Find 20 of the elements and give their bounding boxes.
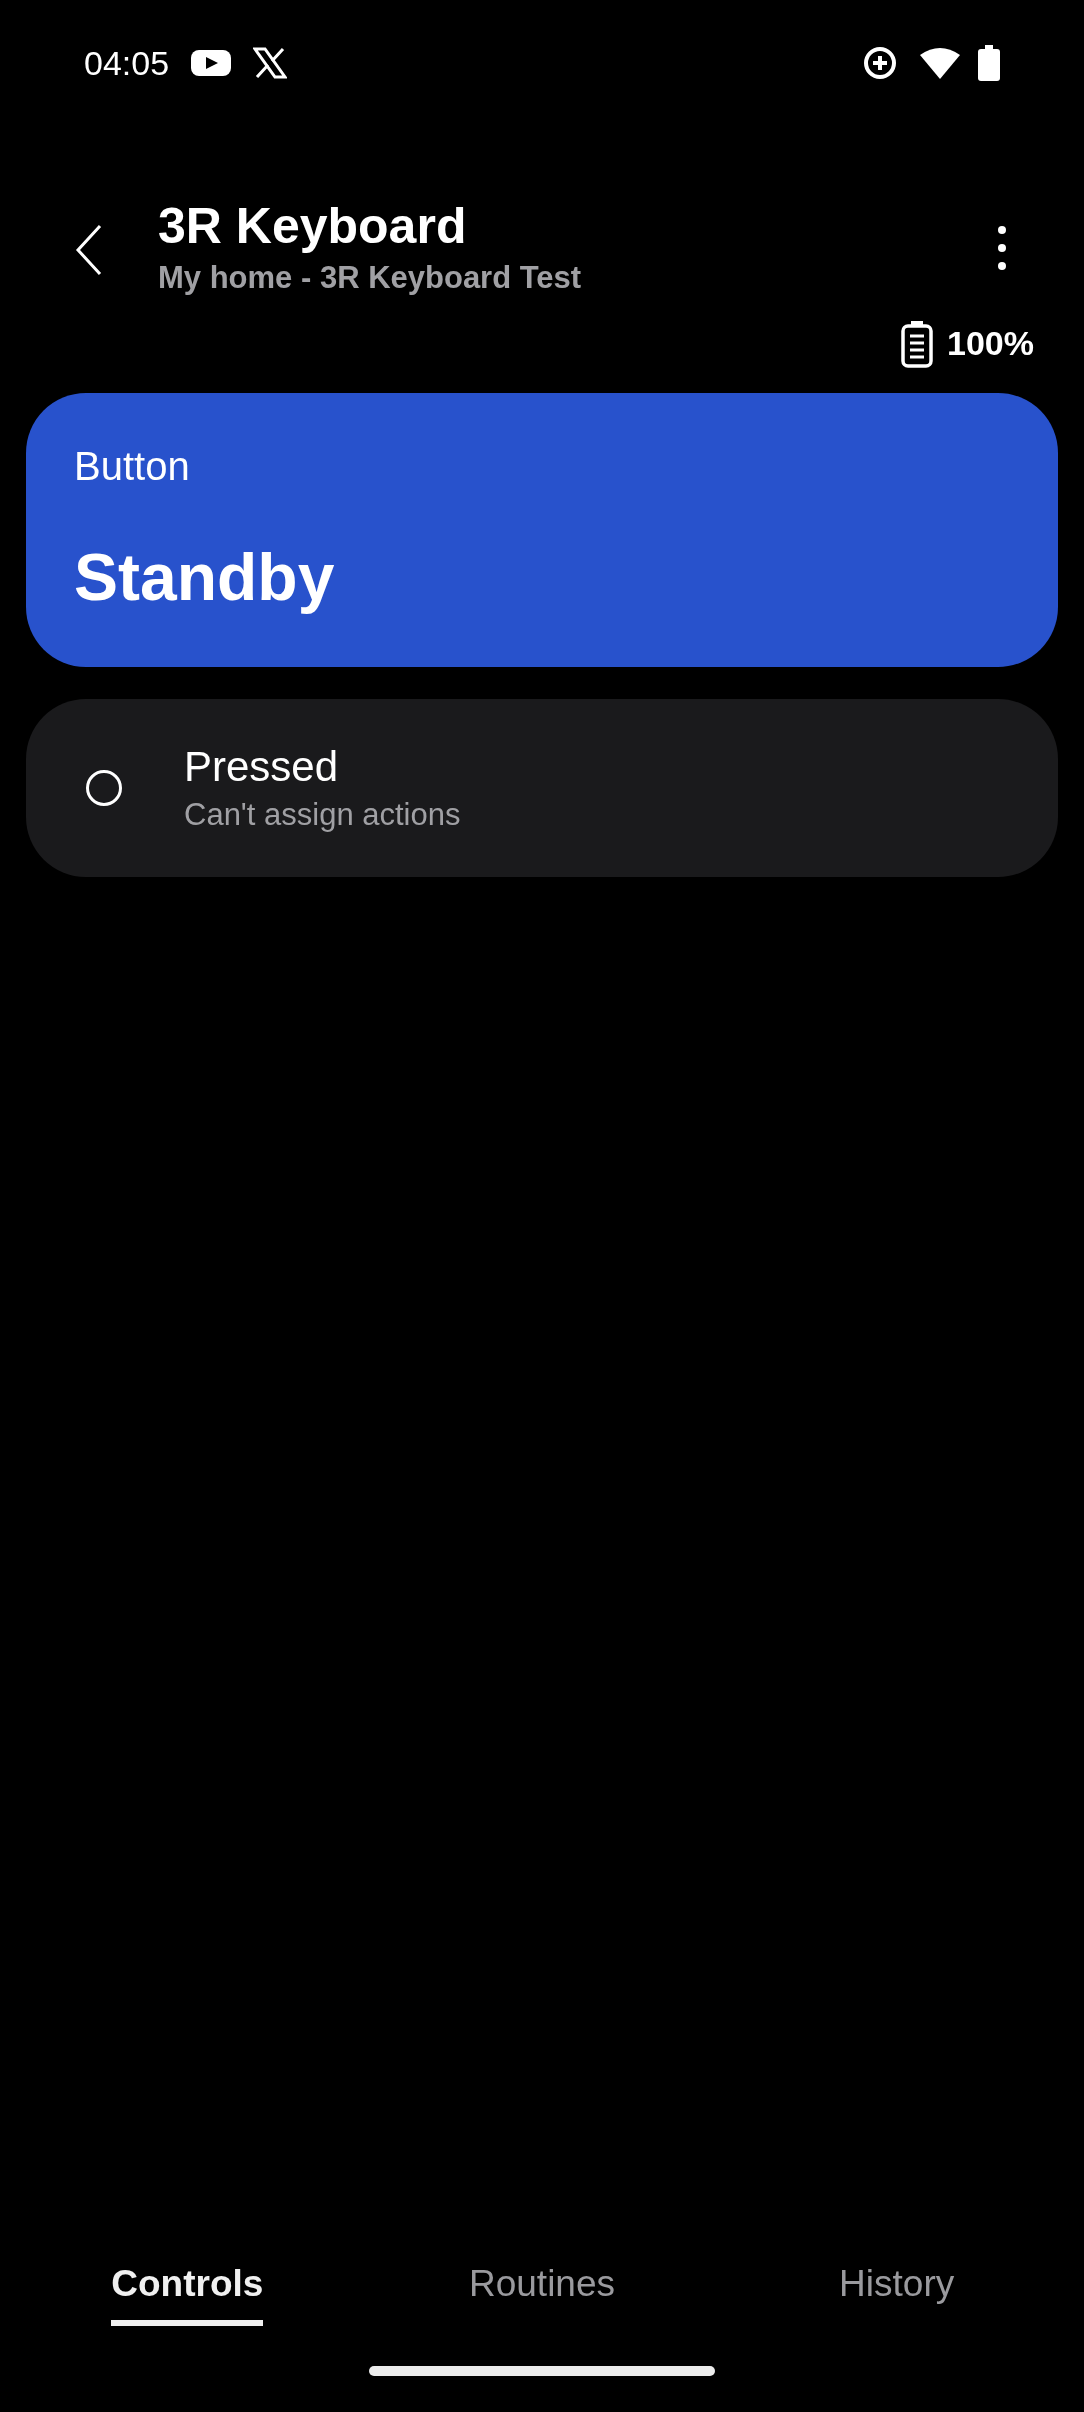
option-subtitle: Can't assign actions [184,796,461,834]
tab[interactable]: History [839,2256,955,2326]
option-title: Pressed [184,742,340,792]
radio-button[interactable] [86,770,122,806]
option-row[interactable]: Pressed Can't assign actions [26,699,1058,877]
battery-level: 100% [947,323,1034,364]
tab[interactable]: Routines [469,2256,615,2326]
location-target-icon [862,45,898,81]
wifi-icon [920,47,960,79]
status-value: Standby [74,539,335,616]
page-title: 3R Keyboard [158,197,468,256]
page-subtitle: My home - 3R Keyboard Test [158,259,583,297]
video-play-icon [191,48,232,78]
back-icon [74,224,104,276]
battery-icon [901,319,934,368]
clock: 04:05 [84,42,170,84]
x-logo-icon [253,47,288,79]
tab[interactable]: Controls [111,2256,264,2326]
battery-icon [978,45,1000,81]
card-label: Button [74,443,190,490]
